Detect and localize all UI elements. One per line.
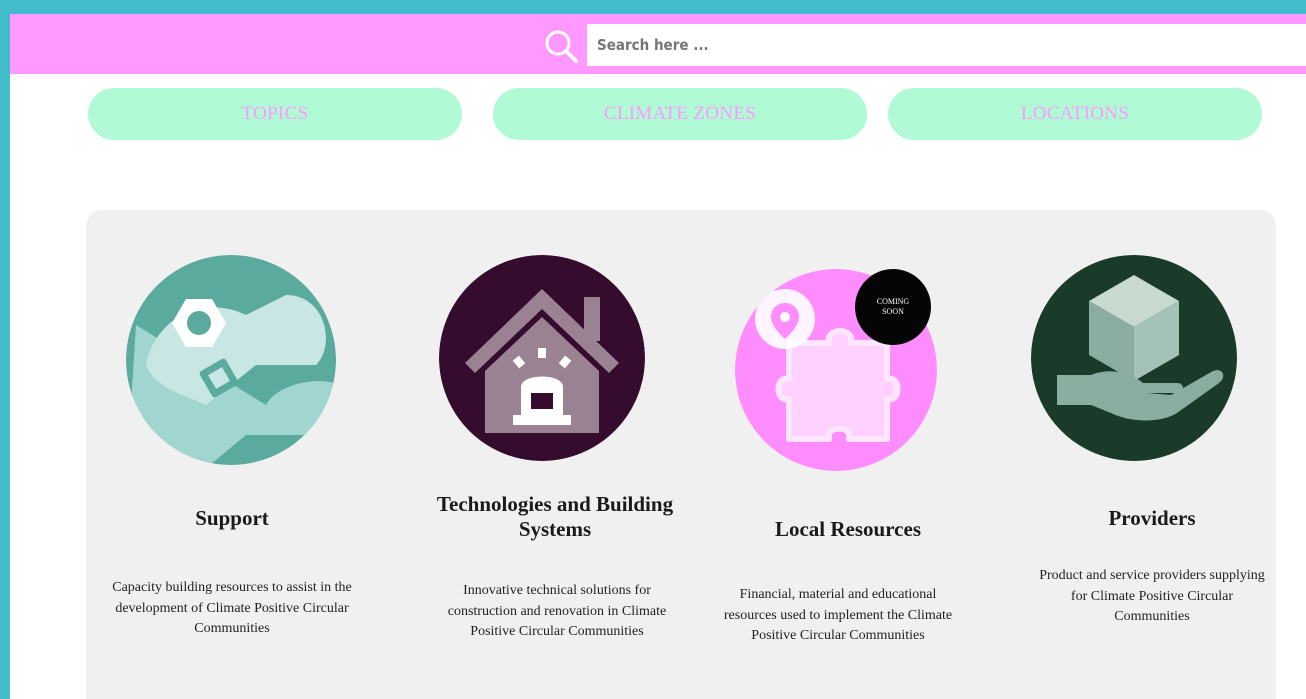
badge-line-2: SOON <box>882 307 904 316</box>
page: TOPICS CLIMATE ZONES LOCATIONS Support C… <box>10 14 1306 699</box>
topics-button[interactable]: TOPICS <box>88 88 462 140</box>
search-bar <box>10 14 1306 74</box>
house-icon[interactable] <box>439 255 645 461</box>
card-title-local-resources: Local Resources <box>774 517 921 541</box>
coming-soon-badge: COMING SOON <box>855 269 931 345</box>
card-description-providers: Product and service providers supplying … <box>1039 568 1265 624</box>
card-title-providers: Providers <box>1108 506 1196 530</box>
locations-button[interactable]: LOCATIONS <box>888 88 1262 140</box>
search-input[interactable] <box>587 24 1306 66</box>
wrench-nut-chip-icon[interactable] <box>126 255 336 465</box>
search-icon[interactable] <box>538 26 582 66</box>
hand-box-icon[interactable] <box>1031 255 1237 461</box>
card-title-support: Support <box>195 506 269 530</box>
climate-zones-button[interactable]: CLIMATE ZONES <box>493 88 867 140</box>
card-title-technologies: Technologies and Building Systems <box>436 492 674 541</box>
card-description-support: Capacity building resources to assist in… <box>112 580 352 636</box>
categories-panel: Support Capacity building resources to a… <box>86 210 1276 699</box>
card-description-local-resources: Financial, material and educational reso… <box>723 587 953 643</box>
card-description-technologies: Innovative technical solutions for const… <box>447 583 667 639</box>
badge-line-1: COMING <box>876 297 910 306</box>
